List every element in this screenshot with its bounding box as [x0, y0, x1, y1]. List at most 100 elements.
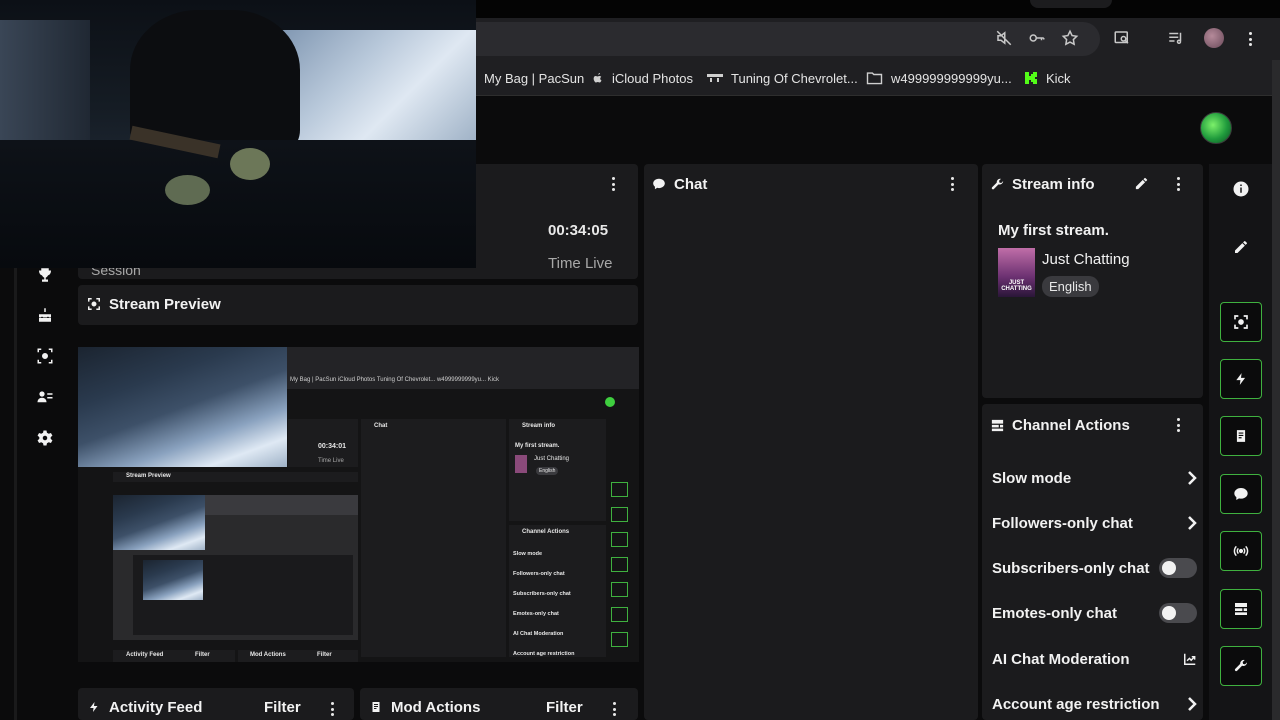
nested-filter: Filter	[317, 652, 332, 658]
wrench-icon	[1233, 658, 1249, 674]
activity-feed-toggle-button[interactable]	[1220, 359, 1262, 399]
nested-webcam-overlay	[78, 347, 287, 467]
bookmark-tuning[interactable]: Tuning Of Chevrolet...	[707, 66, 858, 90]
action-label: AI Chat Moderation	[992, 650, 1130, 668]
stream-preview-video[interactable]: My Bag | PacSun iCloud Photos Tuning Of …	[78, 347, 639, 662]
nested-action: Emotes-only chat	[513, 611, 559, 617]
ai-moderation-row[interactable]: AI Chat Moderation	[992, 646, 1197, 672]
nested-stream-info-title: Stream info	[522, 423, 556, 429]
browser-menu-icon[interactable]	[1245, 30, 1255, 48]
chat-menu[interactable]	[947, 175, 957, 193]
tab[interactable]	[1030, 0, 1112, 8]
bookmark-folder[interactable]: w499999999999yu...	[866, 66, 1012, 90]
category-art[interactable]: JUST CHATTING	[998, 248, 1035, 297]
bookmark-star-icon[interactable]	[1058, 26, 1082, 50]
chat-bubble-icon	[1233, 486, 1249, 502]
action-label: Followers-only chat	[992, 514, 1133, 532]
activity-feed-menu[interactable]	[327, 700, 337, 718]
channel-actions-title: Channel Actions	[1012, 417, 1130, 434]
info-icon[interactable]	[1228, 176, 1254, 202]
nested-action: AI Chat Moderation	[513, 631, 564, 637]
action-label: Subscribers-only chat	[992, 559, 1150, 577]
lightning-icon	[1234, 371, 1248, 387]
apple-icon	[592, 71, 604, 85]
nested-chat-title: Chat	[374, 423, 388, 429]
broadcast-toggle-button[interactable]	[1220, 531, 1262, 571]
mod-log-icon	[1234, 428, 1248, 444]
category-art-text: JUST CHATTING	[1001, 280, 1032, 292]
mod-actions-title: Mod Actions	[391, 699, 481, 716]
cake-icon[interactable]	[33, 303, 57, 327]
stream-preview-icon	[87, 297, 101, 311]
emotes-only-row: Emotes-only chat	[992, 600, 1197, 626]
settings-gear-icon[interactable]	[33, 426, 57, 450]
edit-pencil-icon[interactable]	[1134, 176, 1149, 191]
mod-actions-toggle-button[interactable]	[1220, 416, 1262, 456]
activity-feed-title: Activity Feed	[109, 699, 203, 716]
bookmark-label: iCloud Photos	[612, 70, 693, 86]
nested-action: Subscribers-only chat	[513, 591, 571, 597]
wrench-icon	[990, 177, 1005, 192]
nested-preview-video	[113, 495, 358, 640]
action-label: Slow mode	[992, 469, 1072, 487]
bookmark-pacsun[interactable]: My Bag | PacSun	[484, 66, 584, 90]
search-tab-icon[interactable]	[1110, 26, 1134, 50]
nested-mod-actions-title: Mod Actions	[250, 652, 286, 658]
stream-info-menu[interactable]	[1173, 175, 1183, 193]
stream-info-toggle-button[interactable]	[1220, 646, 1262, 686]
password-key-icon[interactable]	[1025, 26, 1049, 50]
nested-avatar	[605, 397, 615, 407]
channel-actions-toggle-button[interactable]	[1220, 589, 1262, 629]
mod-actions-filter-button[interactable]: Filter	[546, 699, 583, 716]
channel-actions-icon	[990, 418, 1005, 433]
webcam-overlay	[0, 0, 476, 268]
edit-pencil-icon[interactable]	[1228, 234, 1254, 260]
action-label: Emotes-only chat	[992, 604, 1118, 622]
action-label: Account age restriction	[992, 695, 1160, 713]
language-tag: English	[1042, 276, 1099, 297]
account-age-row[interactable]: Account age restriction	[992, 691, 1197, 717]
stream-preview-icon[interactable]	[33, 344, 57, 368]
mod-log-icon	[370, 700, 382, 714]
mute-site-icon[interactable]	[992, 26, 1016, 50]
nested-rail-button	[611, 557, 628, 572]
bookmark-kick[interactable]: Kick	[1024, 66, 1071, 90]
chevron-right-icon	[1187, 696, 1197, 712]
chevron-right-icon	[1187, 515, 1197, 531]
chat-toggle-button[interactable]	[1220, 474, 1262, 514]
channel-actions-menu[interactable]	[1173, 416, 1183, 434]
nested-language: English	[536, 467, 559, 475]
nested-timer-label: Time Live	[318, 458, 344, 464]
category-name[interactable]: Just Chatting	[1042, 251, 1130, 268]
chat-bubble-icon	[652, 177, 666, 191]
chat-title: Chat	[674, 176, 708, 193]
stream-preview-toggle-button[interactable]	[1220, 302, 1262, 342]
nested-timer: 00:34:01	[318, 443, 347, 450]
subscribers-only-toggle[interactable]	[1159, 558, 1197, 578]
mod-actions-menu[interactable]	[609, 700, 619, 718]
activity-feed-filter-button[interactable]: Filter	[264, 699, 301, 716]
followers-only-row[interactable]: Followers-only chat	[992, 510, 1197, 536]
media-controls-icon[interactable]	[1164, 26, 1188, 50]
tuning-icon	[707, 73, 723, 83]
profile-avatar-icon[interactable]	[1204, 28, 1224, 48]
bookmark-label: w499999999999yu...	[891, 70, 1012, 86]
nested-action: Followers-only chat	[513, 571, 565, 577]
nested-rail-button	[611, 632, 628, 647]
nested-stream-title: My first stream.	[515, 443, 560, 449]
bookmark-icloud[interactable]: iCloud Photos	[592, 66, 693, 90]
stream-title: My first stream.	[998, 222, 1109, 239]
nested-rail-button	[611, 482, 628, 497]
nested-activity-feed-title: Activity Feed	[126, 652, 164, 658]
chevron-right-icon	[1187, 470, 1197, 486]
slow-mode-row[interactable]: Slow mode	[992, 465, 1197, 491]
users-icon[interactable]	[33, 385, 57, 409]
broadcast-icon	[1232, 543, 1250, 559]
time-live-value: 00:34:05	[548, 222, 609, 239]
emotes-only-toggle[interactable]	[1159, 603, 1197, 623]
user-avatar[interactable]	[1200, 112, 1232, 144]
nested-bookmarks: My Bag | PacSun iCloud Photos Tuning Of …	[290, 377, 500, 383]
nested-rail-button	[611, 507, 628, 522]
session-panel-menu[interactable]	[608, 175, 618, 193]
nested-rail-button	[611, 607, 628, 622]
